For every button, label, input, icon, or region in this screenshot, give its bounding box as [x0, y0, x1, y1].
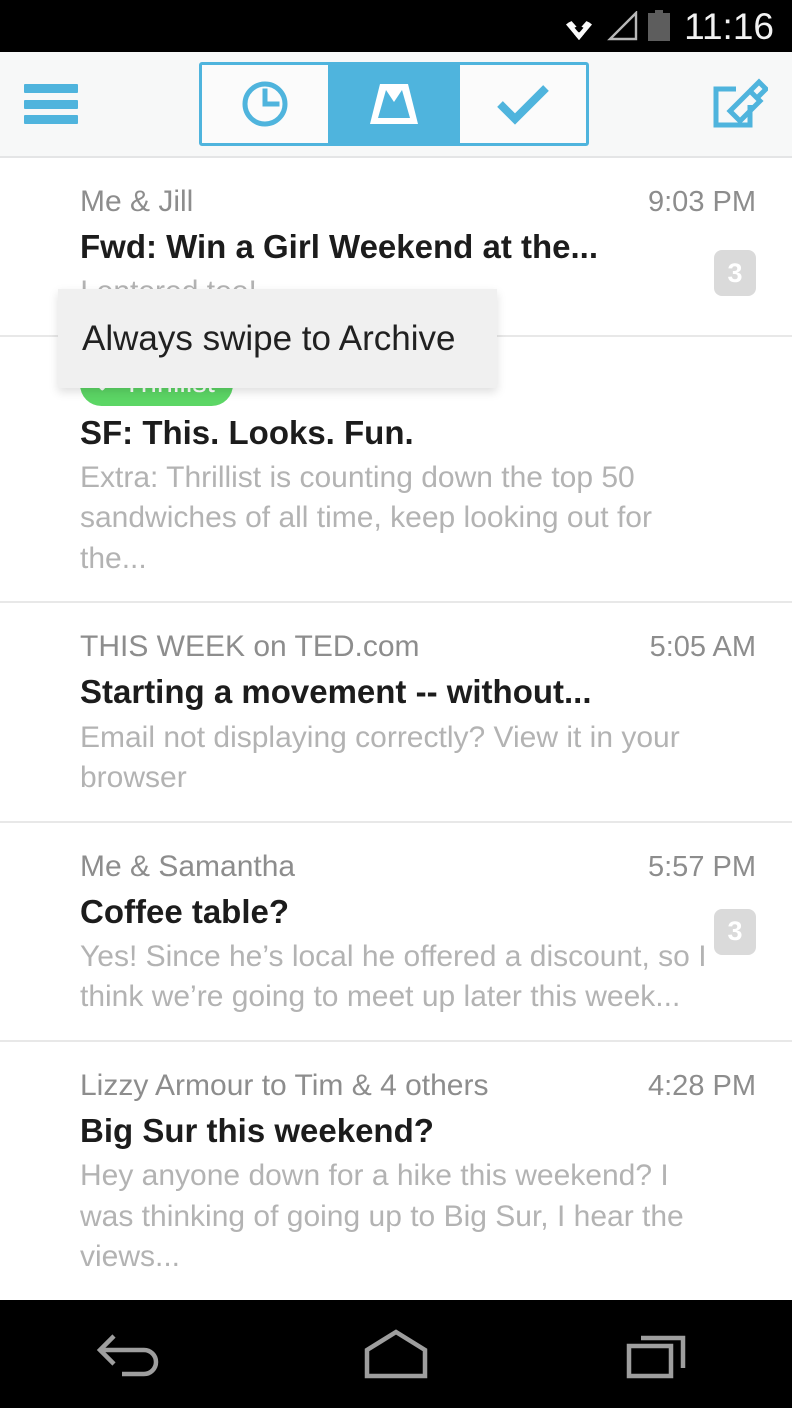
check-icon [497, 85, 549, 125]
tab-inbox[interactable] [328, 65, 457, 143]
mail-sender: Me & Samantha [80, 849, 296, 883]
swipe-hint-tooltip[interactable]: Always swipe to Archive [58, 289, 497, 388]
clock-icon [242, 81, 288, 127]
android-nav-bar [0, 1300, 792, 1408]
hamburger-bar [24, 84, 78, 93]
status-icon-group [560, 10, 672, 42]
mail-row-header: Me & Jill 9:03 PM [80, 184, 756, 220]
hamburger-menu-icon[interactable] [22, 80, 80, 128]
mail-preview: Extra: Thrillist is counting down the to… [80, 460, 652, 575]
mail-sender: Me & Jill [80, 185, 194, 218]
mail-row-header: Lizzy Armour to Tim & 4 others 4:28 PM [80, 1068, 756, 1104]
mail-time: 5:57 PM [648, 850, 756, 883]
mail-subject: Starting a movement -- without... [80, 673, 592, 711]
view-segmented-control[interactable] [199, 62, 589, 146]
mail-time: 5:05 AM [649, 631, 756, 664]
message-count-badge: 3 [714, 250, 756, 296]
compose-button[interactable] [708, 73, 770, 135]
phone-screen: 11:16 Me & Jill 9:03 PM Fwd: Win a Girl … [0, 0, 792, 1408]
mail-time: 9:03 PM [648, 186, 756, 218]
mail-row[interactable]: Me & Samantha 5:57 PM Coffee table? Yes!… [0, 822, 792, 1042]
mail-time: 4:28 PM [648, 1069, 756, 1102]
mail-subject: Big Sur this weekend? [80, 1111, 434, 1149]
mail-sender: Lizzy Armour to Tim & 4 others [80, 1068, 489, 1102]
mail-row-header: THIS WEEK on TED.com 5:05 AM [80, 629, 756, 665]
mail-preview: Yes! Since he’s local he offered a disco… [80, 939, 707, 1014]
wifi-icon [566, 18, 593, 40]
mail-row[interactable]: Lizzy Armour to Tim & 4 others 4:28 PM B… [0, 1041, 792, 1300]
hamburger-bar [24, 115, 78, 124]
mail-sender: THIS WEEK on TED.com [80, 630, 420, 664]
cell-signal-icon [607, 11, 638, 41]
back-arrow-icon [96, 1334, 159, 1377]
mail-row-header: Me & Samantha 5:57 PM [80, 849, 756, 885]
tab-later[interactable] [202, 65, 328, 143]
tab-archive[interactable] [457, 65, 586, 143]
mail-preview: Hey anyone down for a hike this weekend?… [80, 1159, 684, 1274]
mail-row[interactable]: THIS WEEK on TED.com 5:05 AM Starting a … [0, 603, 792, 823]
recent-apps-icon [626, 1335, 686, 1379]
nav-home-button[interactable] [336, 1314, 456, 1394]
message-count-badge: 3 [714, 908, 756, 955]
hamburger-bar [24, 99, 78, 109]
tooltip-label: Always swipe to Archive [82, 318, 456, 358]
nav-recents-button[interactable] [600, 1314, 720, 1394]
home-icon [364, 1329, 428, 1379]
status-bar: 11:16 [0, 0, 792, 52]
compose-icon [713, 78, 768, 128]
mail-subject: Fwd: Win a Girl Weekend at the... [80, 228, 598, 265]
mailbox-icon [370, 84, 418, 124]
mail-subject: SF: This. Looks. Fun. [80, 413, 414, 451]
mail-preview: Email not displaying correctly? View it … [80, 720, 680, 795]
mail-subject: Coffee table? [80, 892, 290, 930]
app-header [0, 52, 792, 158]
status-clock: 11:16 [684, 5, 774, 47]
nav-back-button[interactable] [72, 1314, 192, 1394]
battery-icon [648, 10, 671, 41]
